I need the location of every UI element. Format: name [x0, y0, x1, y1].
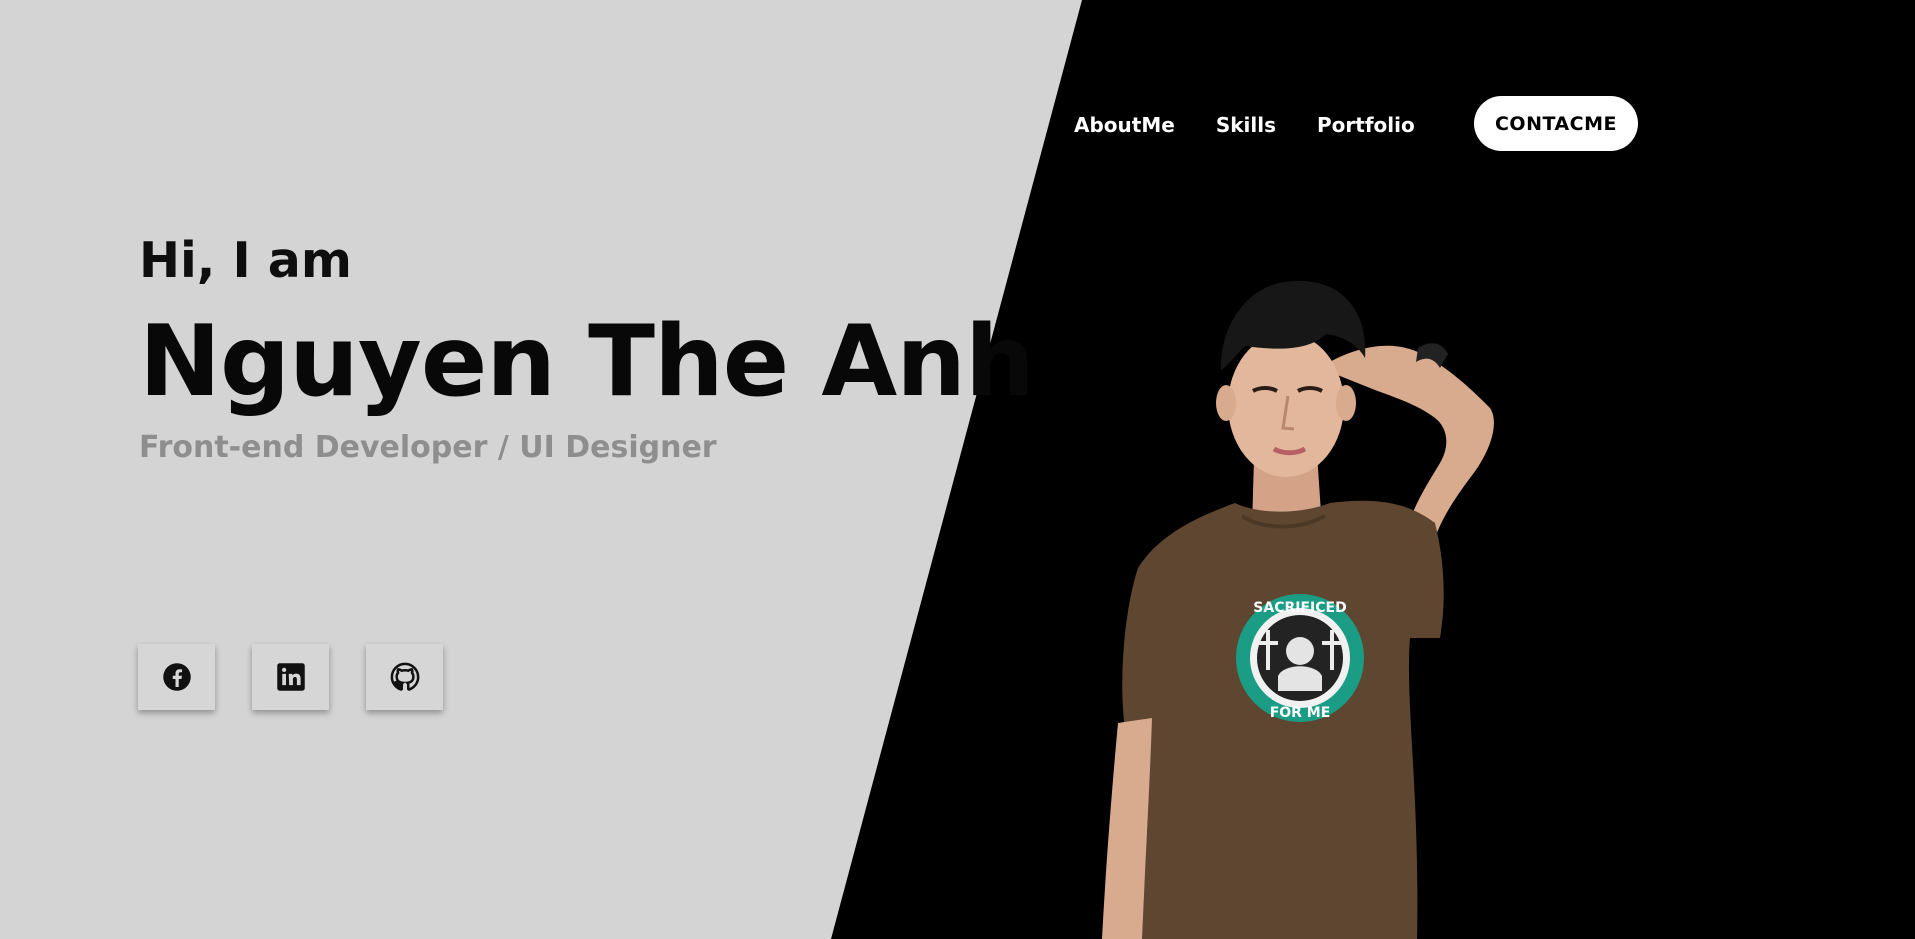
nav-item-portfolio[interactable]: Portfolio — [1317, 108, 1415, 142]
developer-name: Nguyen The Anh — [139, 305, 1035, 419]
facebook-button[interactable] — [138, 644, 215, 710]
developer-role: Front-end Developer / UI Designer — [139, 430, 717, 465]
nav-item-aboutme[interactable]: AboutMe — [1074, 108, 1175, 142]
hero-section: Hi, I am Nguyen The Anh Front-end Develo… — [139, 226, 1035, 468]
linkedin-button[interactable] — [252, 644, 329, 710]
profile-photo: SACRIFICED FOR ME — [1102, 280, 1494, 939]
shirt-text-bottom: FOR ME — [1270, 705, 1331, 721]
linkedin-icon — [276, 663, 305, 691]
github-button[interactable] — [366, 644, 443, 710]
github-icon — [390, 662, 419, 691]
facebook-icon — [162, 663, 191, 691]
shirt-text-top: SACRIFICED — [1253, 600, 1346, 616]
main-nav: AboutMe Skills Portfolio — [1074, 108, 1415, 142]
contact-button[interactable]: CONTACME — [1474, 96, 1638, 151]
greeting-text: Hi, I am — [139, 232, 352, 289]
landing-page: Hi, I am Nguyen The Anh Front-end Develo… — [0, 0, 1915, 939]
social-links — [138, 644, 443, 710]
nav-item-skills[interactable]: Skills — [1216, 108, 1276, 142]
